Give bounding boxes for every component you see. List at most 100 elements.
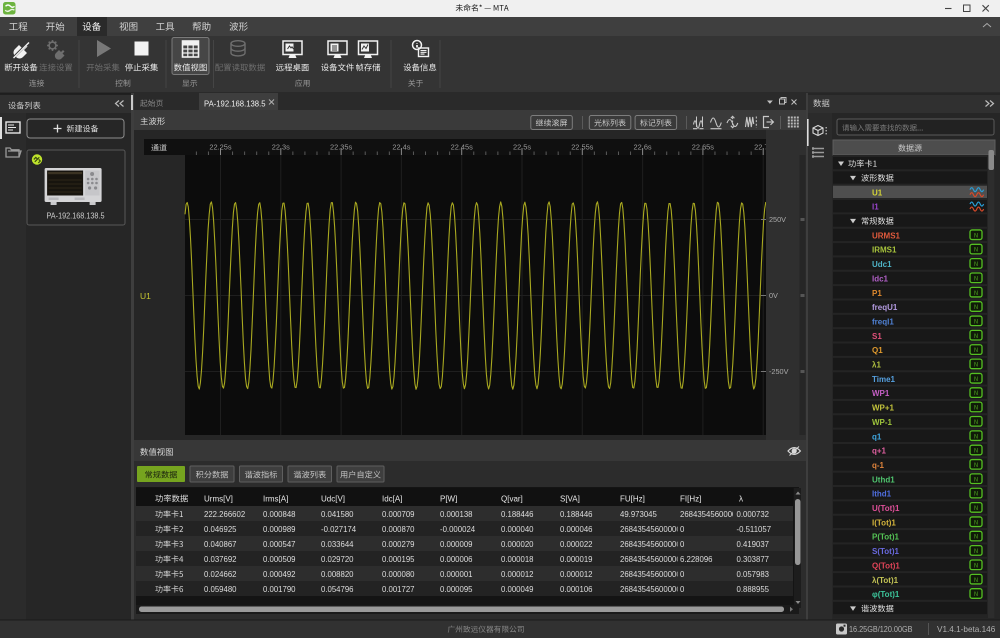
svg-text:N: N [974,348,978,354]
svg-text:0.888955: 0.888955 [737,585,770,594]
svg-text:0.000138: 0.000138 [440,510,473,519]
svg-text:I1: I1 [872,203,879,212]
svg-text:0.001727: 0.001727 [382,585,415,594]
svg-text:-250V: -250V [769,367,789,376]
svg-text:0.303877: 0.303877 [737,555,770,564]
svg-text:0.000709: 0.000709 [382,510,415,519]
svg-text:N: N [974,406,978,412]
svg-text:Time1: Time1 [872,375,896,384]
svg-text:-0.511057: -0.511057 [737,525,772,534]
svg-text:Udc1: Udc1 [872,260,892,269]
svg-text:0.057983: 0.057983 [737,570,770,579]
svg-text:N: N [974,463,978,469]
svg-text:0.000001: 0.000001 [440,570,473,579]
svg-text:0.000012: 0.000012 [501,570,534,579]
svg-text:0.046925: 0.046925 [204,525,237,534]
svg-text:λ: λ [739,495,743,504]
svg-text:N: N [974,434,978,440]
svg-text:S[VA]: S[VA] [560,495,580,504]
svg-text:49.973045: 49.973045 [620,510,658,519]
svg-text:Q1: Q1 [872,346,883,355]
svg-text:Urms[V]: Urms[V] [204,495,233,504]
svg-text:0.188446: 0.188446 [560,510,593,519]
svg-text:q+1: q+1 [872,447,887,456]
svg-text:0.000870: 0.000870 [382,525,415,534]
svg-text:0.000019: 0.000019 [560,555,593,564]
svg-text:P(Tot)1: P(Tot)1 [872,533,900,542]
svg-text:N: N [974,420,978,426]
svg-text:0.000195: 0.000195 [382,555,415,564]
svg-text:0.000279: 0.000279 [382,540,415,549]
svg-text:0.000080: 0.000080 [382,570,415,579]
svg-text:26843545600000: 26843545600000 [620,570,681,579]
svg-text:0.000509: 0.000509 [263,555,296,564]
svg-text:Udc[V]: Udc[V] [321,495,345,504]
svg-text:0.000020: 0.000020 [501,540,534,549]
svg-text:16.25GB/120.00GB: 16.25GB/120.00GB [849,625,913,634]
svg-text:FI[Hz]: FI[Hz] [680,495,701,504]
svg-text:N: N [974,291,978,297]
svg-text:N: N [974,449,978,455]
svg-text:-0.027174: -0.027174 [321,525,357,534]
svg-text:0.000006: 0.000006 [440,555,473,564]
svg-text:0.008820: 0.008820 [321,570,354,579]
svg-text:0.000046: 0.000046 [560,525,593,534]
svg-text:FU[Hz]: FU[Hz] [620,495,645,504]
svg-text:0.000040: 0.000040 [501,525,534,534]
svg-text:P1: P1 [872,289,882,298]
svg-text:Q[var]: Q[var] [501,495,523,504]
svg-text:0.000732: 0.000732 [737,510,770,519]
svg-text:0.059480: 0.059480 [204,585,237,594]
svg-text:N: N [974,363,978,369]
svg-text:λ(Tot)1: λ(Tot)1 [872,576,899,585]
svg-text:N: N [974,578,978,584]
svg-text:N: N [974,535,978,541]
svg-text:U1: U1 [872,188,883,197]
svg-text:0.000012: 0.000012 [560,570,593,579]
svg-text:λ1: λ1 [872,361,881,370]
svg-text:0.029720: 0.029720 [321,555,354,564]
svg-text:0.000049: 0.000049 [501,585,534,594]
svg-text:0.000022: 0.000022 [560,540,593,549]
svg-text:V1.4.1-beta.146: V1.4.1-beta.146 [937,625,996,634]
svg-text:0.040867: 0.040867 [204,540,237,549]
svg-text:0V: 0V [769,291,778,300]
svg-text:0: 0 [680,570,685,579]
svg-text:N: N [974,262,978,268]
svg-text:0.000095: 0.000095 [440,585,473,594]
svg-text:N: N [974,276,978,282]
svg-text:q1: q1 [872,432,882,441]
svg-text:0.000989: 0.000989 [263,525,296,534]
svg-text:0: 0 [680,525,685,534]
svg-text:0: 0 [680,540,685,549]
svg-text:0.024662: 0.024662 [204,570,237,579]
svg-text:N: N [974,233,978,239]
svg-text:0.000848: 0.000848 [263,510,296,519]
svg-text:N: N [974,506,978,512]
svg-text:0.000492: 0.000492 [263,570,296,579]
svg-text:freqU1: freqU1 [872,303,898,312]
svg-text:0.033644: 0.033644 [321,540,354,549]
svg-text:26843545600000: 26843545600000 [620,540,681,549]
svg-text:S1: S1 [872,332,882,341]
svg-text:0.041580: 0.041580 [321,510,354,519]
svg-text:N: N [974,549,978,555]
svg-text:U1: U1 [140,291,151,301]
svg-text:IRMS1: IRMS1 [872,246,897,255]
svg-text:N: N [974,520,978,526]
svg-text:PA-192.168.138.5: PA-192.168.138.5 [47,211,105,221]
svg-text:0.001790: 0.001790 [263,585,296,594]
svg-text:N: N [974,477,978,483]
svg-text:N: N [974,391,978,397]
svg-text:250V: 250V [769,215,786,224]
svg-text:6.228096: 6.228096 [680,555,713,564]
svg-text:0.000106: 0.000106 [560,585,593,594]
svg-text:U(Tot)1: U(Tot)1 [872,504,900,513]
svg-text:26843545600000: 26843545600000 [620,585,681,594]
svg-text:0: 0 [680,585,685,594]
svg-text:0.054796: 0.054796 [321,585,354,594]
svg-text:N: N [974,563,978,569]
svg-text:Idc1: Idc1 [872,274,889,283]
svg-text:N: N [974,334,978,340]
svg-text:0.037692: 0.037692 [204,555,237,564]
